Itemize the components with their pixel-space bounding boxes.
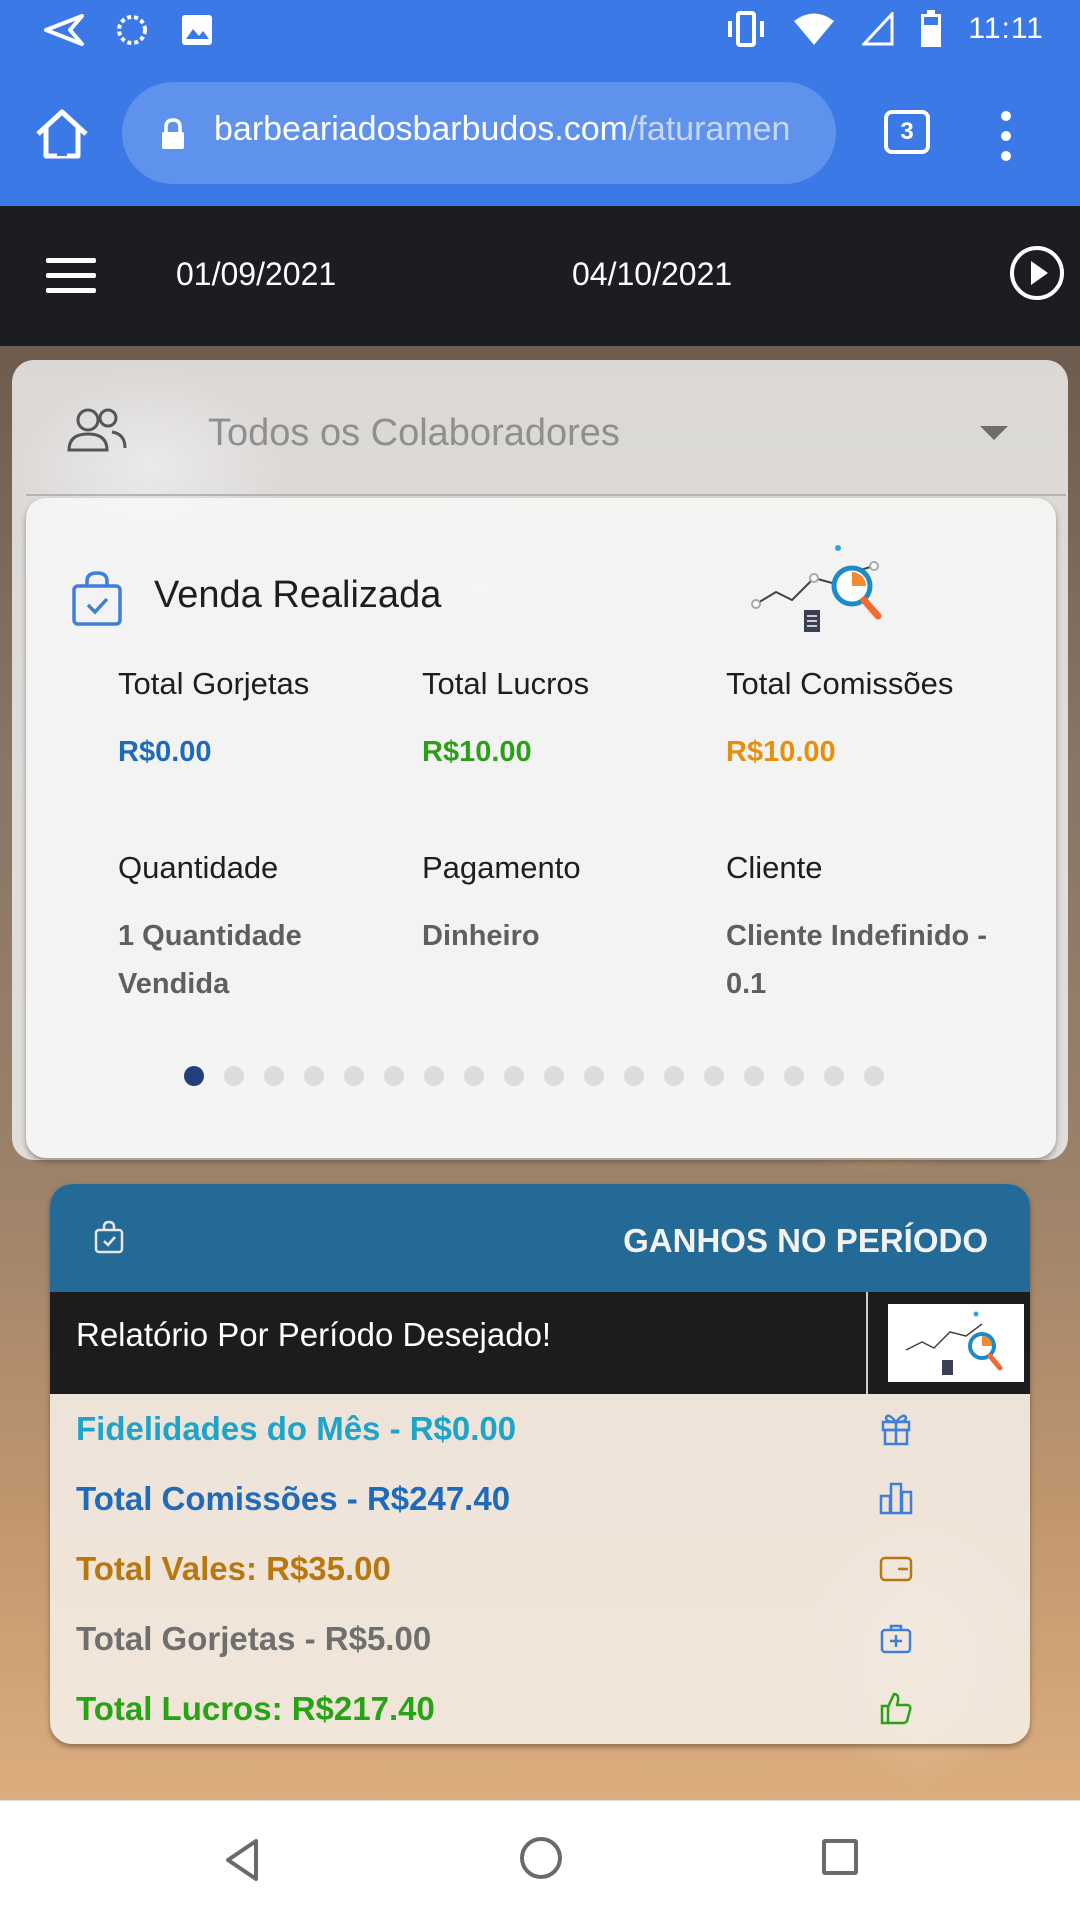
pager-dot[interactable] — [624, 1066, 644, 1086]
field-value: Dinheiro — [422, 920, 540, 952]
field-label: Pagamento — [422, 850, 581, 885]
users-icon — [67, 408, 127, 452]
field-value: 1 Quantidade Vendida — [118, 920, 302, 1000]
system-nav-bar — [0, 1800, 1080, 1920]
battery-icon — [921, 10, 942, 47]
earnings-header: GANHOS NO PERÍODO — [50, 1184, 1030, 1292]
pager-dot[interactable] — [304, 1066, 324, 1086]
pager-dot[interactable] — [744, 1066, 764, 1086]
field-value: Cliente Indefinido - 0.1 — [726, 920, 987, 1000]
play-circle-icon[interactable] — [1008, 244, 1066, 302]
bar-chart-icon — [879, 1482, 913, 1515]
field-label: Total Lucros — [422, 666, 590, 701]
clock: 11:11 — [968, 12, 1044, 45]
field-label: Total Comissões — [726, 666, 954, 701]
pager-dot[interactable] — [824, 1066, 844, 1086]
pager-dot[interactable] — [704, 1066, 724, 1086]
shopping-bag-check-icon — [72, 571, 122, 626]
pager-dot[interactable] — [664, 1066, 684, 1086]
url-text: barbeariadosbarbudos.com/faturamen — [214, 110, 814, 149]
field-value: R$10.00 — [726, 736, 836, 768]
pager-dot[interactable] — [544, 1066, 564, 1086]
thumbs-up-icon — [880, 1692, 912, 1725]
hamburger-menu-icon[interactable] — [46, 258, 96, 294]
pager-dot[interactable] — [344, 1066, 364, 1086]
analytics-illustration — [888, 1304, 1024, 1382]
pager-dot[interactable] — [504, 1066, 524, 1086]
pager-dot[interactable] — [424, 1066, 444, 1086]
pager-dot[interactable] — [864, 1066, 884, 1086]
earnings-subheader: Relatório Por Período Desejado! — [50, 1292, 1030, 1394]
sale-card[interactable]: Venda Realizada Total Gorjetas R$0.00 To… — [26, 498, 1056, 1158]
back-icon[interactable] — [222, 1837, 262, 1883]
app-header: 01/09/2021 04/10/2021 — [0, 206, 1080, 346]
pager-dot[interactable] — [264, 1066, 284, 1086]
pager-dot[interactable] — [584, 1066, 604, 1086]
url-path: /faturamen — [627, 110, 791, 148]
earnings-subtitle: Relatório Por Período Desejado! — [76, 1316, 552, 1353]
address-bar[interactable]: barbeariadosbarbudos.com/faturamen — [122, 82, 836, 184]
wifi-icon — [794, 13, 835, 45]
divider — [26, 494, 1066, 496]
carousel-pager — [184, 1066, 884, 1086]
signal-icon — [862, 12, 894, 46]
vibrate-icon — [728, 11, 765, 47]
tab-switcher-button[interactable]: 3 — [884, 110, 930, 154]
overflow-menu-icon[interactable] — [994, 106, 1018, 166]
field-value: R$10.00 — [422, 736, 532, 768]
divider — [866, 1292, 868, 1394]
collaborator-select[interactable]: Todos os Colaboradores — [12, 360, 1068, 496]
earnings-row-profits: Total Lucros: R$217.40 — [76, 1690, 435, 1727]
field-label: Total Gorjetas — [118, 666, 310, 701]
pager-dot[interactable] — [784, 1066, 804, 1086]
send-icon — [44, 14, 84, 46]
image-icon — [182, 15, 212, 45]
end-date[interactable]: 04/10/2021 — [572, 256, 732, 293]
wallet-icon — [879, 1556, 913, 1582]
home-icon[interactable] — [30, 102, 94, 166]
earnings-row-vales: Total Vales: R$35.00 — [76, 1550, 391, 1587]
home-nav-icon[interactable] — [520, 1837, 562, 1879]
medical-bag-icon — [880, 1624, 912, 1654]
browser-toolbar: barbeariadosbarbudos.com/faturamen 3 — [0, 66, 1080, 206]
pager-dot-active[interactable] — [184, 1066, 204, 1086]
analytics-illustration — [751, 545, 882, 632]
field-label: Quantidade — [118, 850, 279, 885]
earnings-title: GANHOS NO PERÍODO — [623, 1222, 988, 1259]
lock-icon — [162, 118, 184, 149]
start-date[interactable]: 01/09/2021 — [176, 256, 336, 293]
field-value: R$0.00 — [118, 736, 212, 768]
pager-dot[interactable] — [384, 1066, 404, 1086]
sync-icon — [117, 15, 147, 45]
earnings-row-commissions: Total Comissões - R$247.40 — [76, 1480, 511, 1517]
dropdown-caret-icon — [980, 426, 1008, 440]
status-bar: 11:11 — [0, 0, 1080, 66]
earnings-row-fidelity: Fidelidades do Mês - R$0.00 — [76, 1410, 517, 1447]
url-domain: barbeariadosbarbudos.com — [214, 110, 628, 148]
earnings-row-tips: Total Gorjetas - R$5.00 — [76, 1620, 432, 1657]
shopping-bag-check-icon — [94, 1220, 124, 1254]
pager-dot[interactable] — [224, 1066, 244, 1086]
recent-apps-icon[interactable] — [822, 1839, 858, 1875]
sale-card-title: Venda Realizada — [154, 574, 442, 616]
pager-dot[interactable] — [464, 1066, 484, 1086]
gift-icon — [881, 1414, 911, 1446]
collaborator-select-value: Todos os Colaboradores — [208, 412, 620, 454]
field-label: Cliente — [726, 850, 823, 885]
earnings-card: GANHOS NO PERÍODO Relatório Por Período … — [50, 1184, 1030, 1744]
